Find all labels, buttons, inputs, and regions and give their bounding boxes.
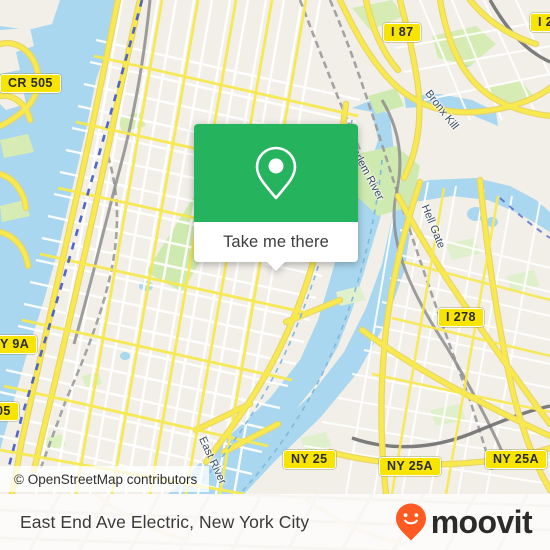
- take-me-there-button[interactable]: Take me there: [194, 222, 358, 271]
- location-pin-icon: [255, 146, 297, 200]
- road-shield-i2: I 2: [530, 13, 550, 32]
- take-me-there-label: Take me there: [223, 232, 329, 251]
- bottom-info-bar: East End Ave Electric, New York City moo…: [0, 494, 550, 550]
- attribution-text: © OpenStreetMap contributors: [14, 471, 198, 487]
- page-title: East End Ave Electric, New York City: [20, 511, 310, 532]
- moovit-logo[interactable]: moovit: [394, 502, 533, 542]
- map-attribution[interactable]: © OpenStreetMap contributors: [0, 466, 210, 492]
- road-shield-ny25: NY 25: [283, 450, 336, 469]
- road-shield-cr505: CR 505: [0, 74, 61, 93]
- road-shield-ny25a-1: NY 25A: [379, 457, 441, 476]
- moovit-pin-smiley-icon: [395, 503, 426, 541]
- map-screen: CR 505 I 87 I 2 I 278 Y 9A 05 NY 25 NY 2…: [0, 0, 550, 550]
- moovit-wordmark: moovit: [430, 504, 533, 540]
- location-callout-card[interactable]: Take me there: [194, 124, 358, 271]
- road-shield-ny9a: Y 9A: [0, 335, 38, 354]
- callout-pin-panel: [194, 124, 358, 222]
- map-canvas[interactable]: CR 505 I 87 I 2 I 278 Y 9A 05 NY 25 NY 2…: [0, 0, 550, 494]
- callout-pointer: [266, 261, 286, 271]
- road-shield-ny25a-2: NY 25A: [485, 450, 547, 469]
- road-shield-i278: I 278: [438, 308, 484, 327]
- road-shield-i87: I 87: [383, 23, 422, 42]
- road-shield-cr505-lower: 05: [0, 402, 19, 421]
